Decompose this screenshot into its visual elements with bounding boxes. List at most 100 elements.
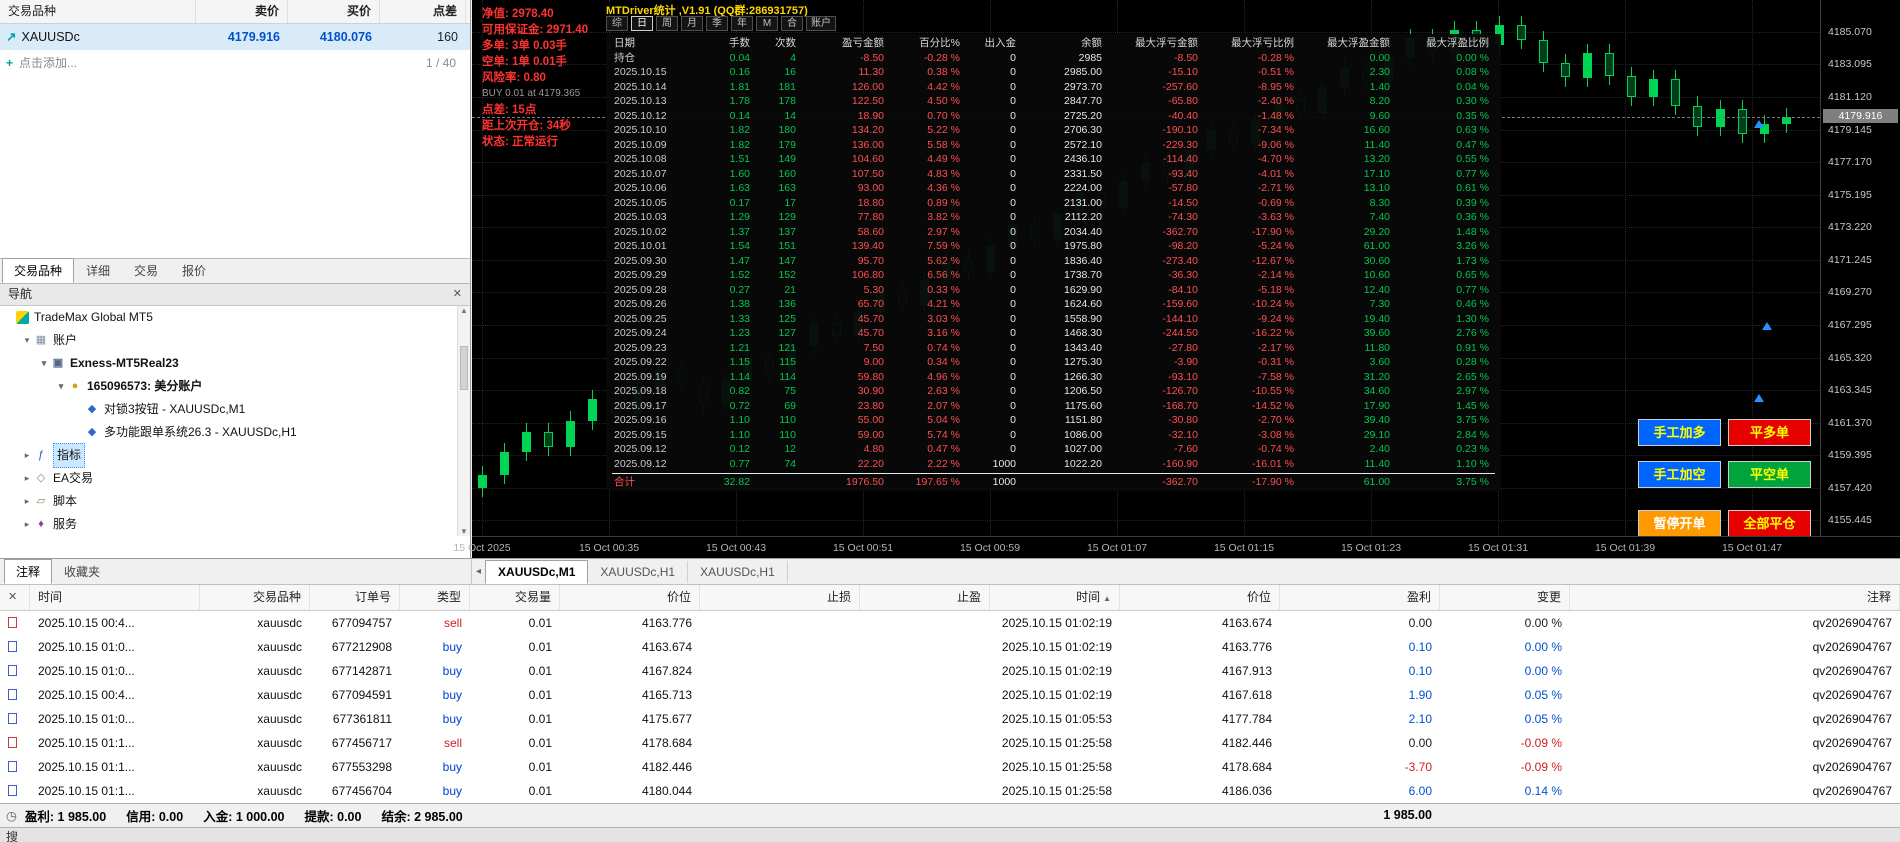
navigator-item-5[interactable]: ◆ 多功能跟单系统26.3 - XAUUSDc,H1: [0, 421, 457, 444]
period-button-账户[interactable]: 账户: [806, 16, 836, 31]
collapse-icon[interactable]: ▾: [21, 329, 33, 352]
navigator-item-7[interactable]: ▸ ◇ EA交易: [0, 467, 457, 490]
market-watch-tab-3[interactable]: 报价: [170, 258, 218, 283]
stats-cell: 2025.10.14: [614, 80, 667, 93]
stats-cell: 2025.09.16: [614, 414, 667, 426]
column-header-spread[interactable]: 点差: [380, 0, 466, 23]
navigator-item-1[interactable]: ▾ ▦ 账户: [0, 329, 457, 352]
history-row-0[interactable]: 2025.10.15 00:4... xauusdc 677094757 sell 0.…: [0, 611, 1900, 635]
toolbox-column-header-10[interactable]: 盈利: [1280, 585, 1440, 610]
deal-stop-loss: [700, 707, 860, 731]
navigator-item-8[interactable]: ▸ ▱ 脚本: [0, 490, 457, 513]
time-axis[interactable]: 15 Oct 2025 15 Oct 00:35 15 Oct 00:43 15 Oc…: [453, 536, 1900, 558]
trade-button-手工加空[interactable]: 手工加空: [1638, 461, 1721, 488]
tab-scroll-left-icon[interactable]: ◂: [476, 566, 481, 577]
price-scale[interactable]: 4185.070 4183.095 4181.120 4179.145 4177.170…: [1820, 0, 1900, 536]
toolbox-column-header-6[interactable]: 止损: [700, 585, 860, 610]
chart-tab-2[interactable]: XAUUSDc,H1: [688, 560, 788, 583]
period-button-综[interactable]: 综: [606, 16, 628, 31]
toolbox-column-header-3[interactable]: 类型: [400, 585, 470, 610]
navigator-item-9[interactable]: ▸ ♦ 服务: [0, 513, 457, 536]
navigator-item-0[interactable]: TradeMax Global MT5: [0, 306, 457, 329]
panel-tab-1[interactable]: 收藏夹: [52, 559, 112, 584]
history-row-1[interactable]: 2025.10.15 01:0... xauusdc 677212908 buy 0.0…: [0, 635, 1900, 659]
trade-button-手工加多[interactable]: 手工加多: [1638, 419, 1721, 446]
chart-tab-0[interactable]: XAUUSDc,M1: [485, 559, 589, 584]
stats-cell: 2025.10.07: [614, 167, 667, 180]
column-header-bid[interactable]: 卖价: [196, 0, 288, 23]
taskbar-search-label[interactable]: 搜: [6, 830, 18, 842]
stats-cell: 0: [1010, 95, 1016, 107]
navigator-item-2[interactable]: ▾ ▣ Exness-MT5Real23: [0, 352, 457, 375]
period-button-日[interactable]: 日: [631, 16, 653, 31]
ea-status-line-0: 净值: 2978.40: [482, 8, 554, 20]
stats-cell: -10.55 %: [1251, 385, 1294, 397]
period-button-周[interactable]: 周: [656, 16, 678, 31]
column-header-symbol[interactable]: 交易品种: [0, 0, 196, 23]
toolbox-column-header-12[interactable]: 注释: [1570, 585, 1900, 610]
deal-stop-loss: [700, 779, 860, 803]
stats-cell: 1275.30: [1064, 356, 1102, 368]
period-button-合[interactable]: 合: [781, 16, 803, 31]
panel-tab-0[interactable]: 注释: [4, 559, 53, 584]
stats-header-cell: 最大浮亏比例: [1231, 37, 1294, 49]
stats-cell: 30.90: [857, 385, 884, 397]
trade-button-平多单[interactable]: 平多单: [1728, 419, 1811, 446]
navigator-item-3[interactable]: ▾ ● 165096573: 美分账户: [0, 375, 457, 398]
market-watch-tabs: 交易品种 详细 交易 报价: [0, 258, 470, 284]
toolbox-column-header-1[interactable]: 交易品种: [200, 585, 310, 610]
scroll-up-icon[interactable]: ▲: [460, 306, 468, 315]
navigator-item-4[interactable]: ◆ 对锁3按钮 - XAUUSDc,M1: [0, 398, 457, 421]
add-symbol-icon[interactable]: +: [6, 56, 13, 70]
period-button-季[interactable]: 季: [706, 16, 728, 31]
stats-row-24: 2025.09.17 0.72 69 23.80 2.07 % 0 1175.60 -168.…: [612, 399, 1495, 414]
toolbox-column-header-8[interactable]: 时间 ▲: [990, 585, 1120, 610]
history-row-6[interactable]: 2025.10.15 01:1... xauusdc 677553298 buy 0.0…: [0, 755, 1900, 779]
collapse-icon[interactable]: ▾: [38, 352, 50, 375]
toolbox-column-header-0[interactable]: 时间: [30, 585, 200, 610]
expand-icon[interactable]: ▸: [21, 490, 33, 513]
market-watch-tab-0[interactable]: 交易品种: [2, 258, 75, 283]
expand-icon[interactable]: ▸: [21, 513, 33, 536]
market-watch-tab-2[interactable]: 交易: [122, 258, 170, 283]
time-scale-label: 15 Oct 01:07: [1086, 542, 1148, 554]
trade-button-平空单[interactable]: 平空单: [1728, 461, 1811, 488]
history-row-4[interactable]: 2025.10.15 01:0... xauusdc 677361811 buy 0.0…: [0, 707, 1900, 731]
close-toolbox-icon[interactable]: ✕: [0, 585, 30, 610]
add-symbol-row[interactable]: + 点击添加... 1 / 40: [0, 50, 470, 76]
toolbox-column-header-2[interactable]: 订单号: [310, 585, 400, 610]
scrollbar-thumb[interactable]: [460, 346, 468, 390]
period-button-年[interactable]: 年: [731, 16, 753, 31]
collapse-icon[interactable]: ▾: [55, 375, 67, 398]
expand-icon[interactable]: ▸: [21, 444, 33, 467]
toolbox-column-header-7[interactable]: 止盈: [860, 585, 990, 610]
chart-plot-area[interactable]: 净值: 2978.40 可用保证金: 2971.40 多单: 3单 0.03手 空单:…: [472, 0, 1820, 536]
deal-time-open: 2025.10.15 00:4...: [38, 616, 135, 630]
document-icon: [8, 665, 17, 676]
market-watch-row[interactable]: ↗ XAUUSDc 4179.916 4180.076 160: [0, 24, 470, 50]
taskbar-sliver[interactable]: 搜: [0, 827, 1900, 842]
trade-button-暂停开单[interactable]: 暂停开单: [1638, 510, 1721, 536]
toolbox-column-header-5[interactable]: 价位: [560, 585, 700, 610]
toolbox-column-header-4[interactable]: 交易量: [470, 585, 560, 610]
expand-icon[interactable]: ▸: [21, 467, 33, 490]
column-header-ask[interactable]: 买价: [288, 0, 380, 23]
chart-window[interactable]: 净值: 2978.40 可用保证金: 2971.40 多单: 3单 0.03手 空单:…: [453, 0, 1900, 558]
stats-cell: -159.60: [1162, 298, 1198, 310]
history-row-3[interactable]: 2025.10.15 00:4... xauusdc 677094591 buy 0.0…: [0, 683, 1900, 707]
toolbox-column-header-11[interactable]: 变更: [1440, 585, 1570, 610]
trade-button-全部平仓[interactable]: 全部平仓: [1728, 510, 1811, 536]
market-watch-tab-1[interactable]: 详细: [74, 258, 122, 283]
navigator-item-6[interactable]: ▸ ƒ 指标: [0, 443, 457, 468]
scroll-down-icon[interactable]: ▼: [458, 527, 470, 536]
period-button-月[interactable]: 月: [681, 16, 703, 31]
toolbox-column-header-9[interactable]: 价位: [1120, 585, 1280, 610]
history-row-2[interactable]: 2025.10.15 01:0... xauusdc 677142871 buy 0.0…: [0, 659, 1900, 683]
history-row-5[interactable]: 2025.10.15 01:1... xauusdc 677456717 sell 0.…: [0, 731, 1900, 755]
period-button-M[interactable]: M: [756, 16, 778, 31]
chart-tab-1[interactable]: XAUUSDc,H1: [588, 560, 689, 583]
close-navigator-icon[interactable]: ✕: [453, 284, 462, 305]
history-row-7[interactable]: 2025.10.15 01:1... xauusdc 677456704 buy 0.0…: [0, 779, 1900, 803]
price-scale-label: 4163.345: [1828, 384, 1872, 397]
navigator-scrollbar[interactable]: ▲ ▼: [457, 306, 470, 536]
